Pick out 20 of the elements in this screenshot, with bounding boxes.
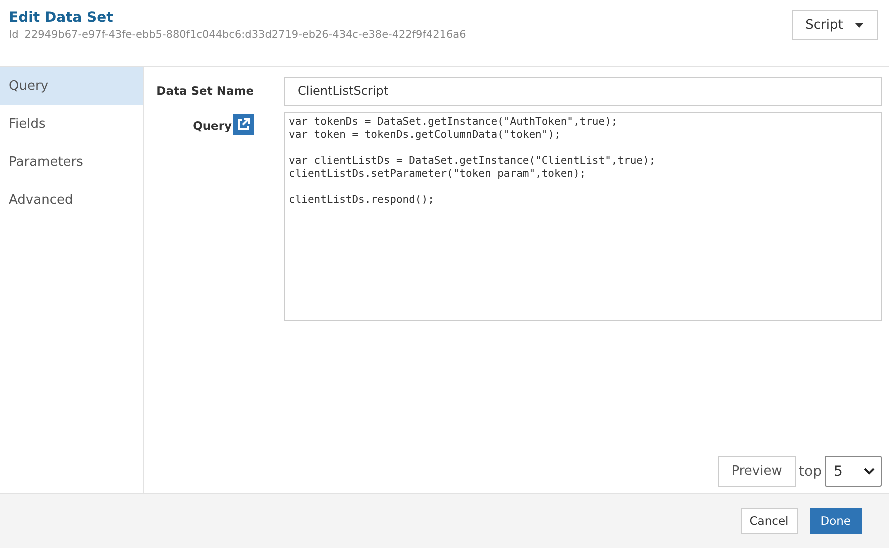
dialog-title: Edit Data Set (9, 10, 114, 26)
external-link-icon[interactable] (233, 114, 254, 135)
done-button[interactable]: Done (810, 508, 862, 534)
top-label: top (799, 464, 822, 480)
sidebar-item[interactable]: Query (0, 67, 143, 105)
id-label: Id (9, 29, 19, 41)
top-count-select[interactable]: 5 (825, 456, 882, 487)
caret-icon (855, 22, 864, 28)
chevron-down-icon (864, 468, 875, 475)
preview-button[interactable]: Preview (718, 456, 796, 487)
sidebar-item[interactable]: Parameters (0, 143, 143, 181)
cancel-button[interactable]: Cancel (740, 508, 798, 534)
type-dropdown[interactable]: Script (792, 10, 878, 40)
sidebar-item[interactable]: Advanced (0, 181, 143, 219)
id-value: 22949b67-e97f-43fe-ebb5-880f1c044bc6:d33d2719-eb26-434c-e38e-422f9f4216a6 (24, 29, 466, 41)
field-label: Query (193, 118, 232, 133)
query-editor[interactable]: var tokenDs = DataSet.getInstance("AuthToken",true); var token = tokenDs.getColumnData("token"); var clientListDs = DataSet.getInstance("ClientList",true); clientListDs.setParameter("token_param",token); clientListDs.respond(); (284, 112, 882, 321)
sidebar-item[interactable]: Fields (0, 105, 143, 143)
field-label: Data Set Name (156, 83, 254, 100)
name-input[interactable]: ClientListScript (284, 77, 882, 106)
